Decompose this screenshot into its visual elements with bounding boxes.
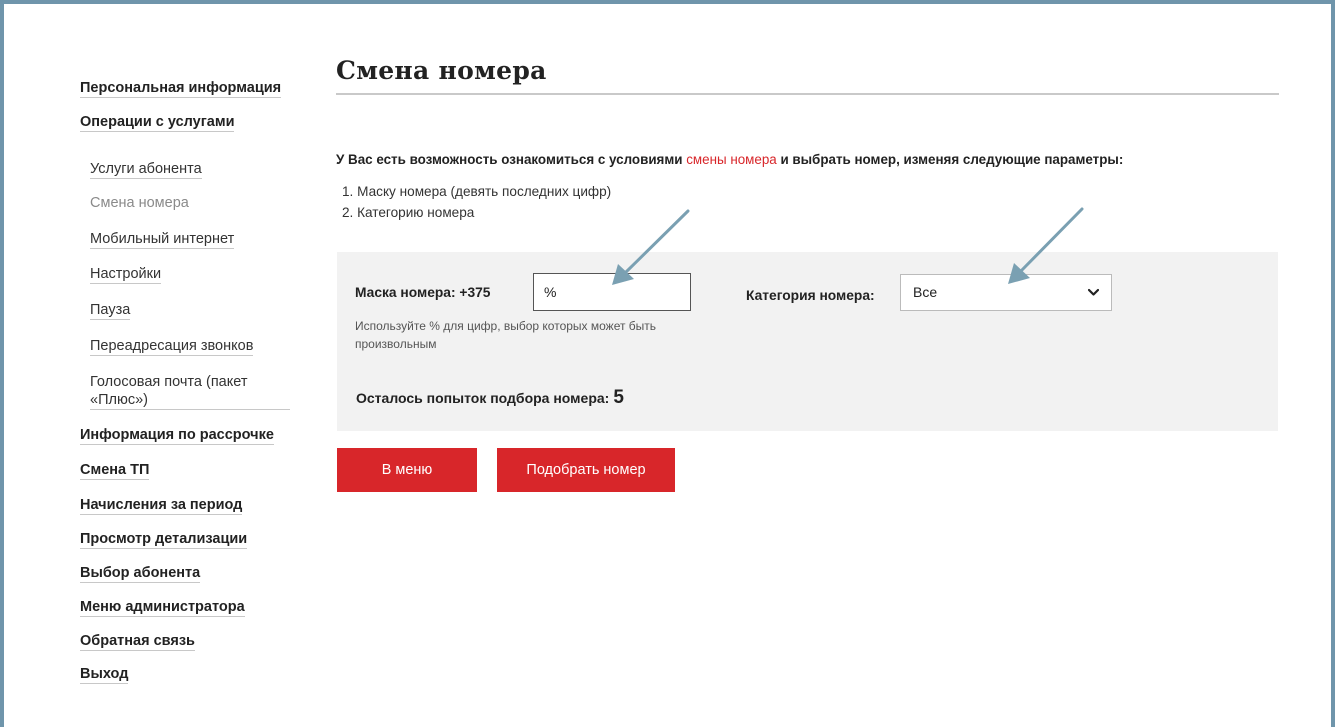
sidebar-item-feedback[interactable]: Обратная связь [80,632,195,651]
sidebar-item-subscriber-services[interactable]: Услуги абонента [90,160,202,179]
mask-hint: Используйте % для цифр, выбор которых мо… [355,319,657,351]
parameters-list: 1. Маску номера (девять последних цифр) … [342,181,611,223]
mask-label: Маска номера: +375 [355,285,491,300]
mask-input[interactable] [533,273,691,311]
list-item: 2. Категорию номера [342,205,475,220]
page-title: Смена номера [336,56,547,85]
category-selected-value: Все [913,284,938,300]
sidebar-item-installment-info[interactable]: Информация по рассрочке [80,426,274,445]
attempts-label: Осталось попыток подбора номера: [356,390,610,406]
sidebar-item-details[interactable]: Просмотр детализации [80,530,248,549]
sidebar-item-mobile-internet[interactable]: Мобильный интернет [90,230,235,249]
intro-text-start: У Вас есть возможность ознакомиться с ус… [336,152,687,167]
sidebar-item-logout[interactable]: Выход [80,665,129,684]
sidebar-item-personal-info[interactable]: Персональная информация [80,79,282,98]
intro-text: У Вас есть возможность ознакомиться с ус… [336,152,1123,167]
sidebar-item-call-forwarding[interactable]: Переадресация звонков [90,337,254,356]
sidebar-item-voicemail[interactable]: Голосовая почта (пакет «Плюс») [90,373,290,410]
sidebar-item-number-change[interactable]: Смена номера [90,194,189,213]
pick-number-button[interactable]: Подобрать номер [497,448,675,492]
number-change-terms-link[interactable]: смены номера [686,152,776,167]
sidebar-item-settings[interactable]: Настройки [90,265,162,284]
category-select[interactable]: Все [900,274,1112,311]
back-to-menu-button[interactable]: В меню [337,448,477,492]
title-divider [336,93,1279,95]
intro-text-end: и выбрать номер, изменяя следующие парам… [776,152,1124,167]
list-item: 1. Маску номера (девять последних цифр) [342,184,612,199]
sidebar-item-subscriber-choice[interactable]: Выбор абонента [80,564,201,583]
sidebar-item-pause[interactable]: Пауза [90,301,131,320]
sidebar-item-charges[interactable]: Начисления за период [80,496,243,515]
sidebar-item-service-operations[interactable]: Операции с услугами [80,113,235,132]
chevron-down-icon [1087,275,1100,324]
attempts-count: 5 [613,387,624,408]
sidebar-item-tariff-change[interactable]: Смена ТП [80,461,150,480]
category-label: Категория номера: [746,288,875,303]
attempts-remaining: Осталось попыток подбора номера: 5 [356,387,624,409]
sidebar-item-admin-menu[interactable]: Меню администратора [80,598,245,617]
